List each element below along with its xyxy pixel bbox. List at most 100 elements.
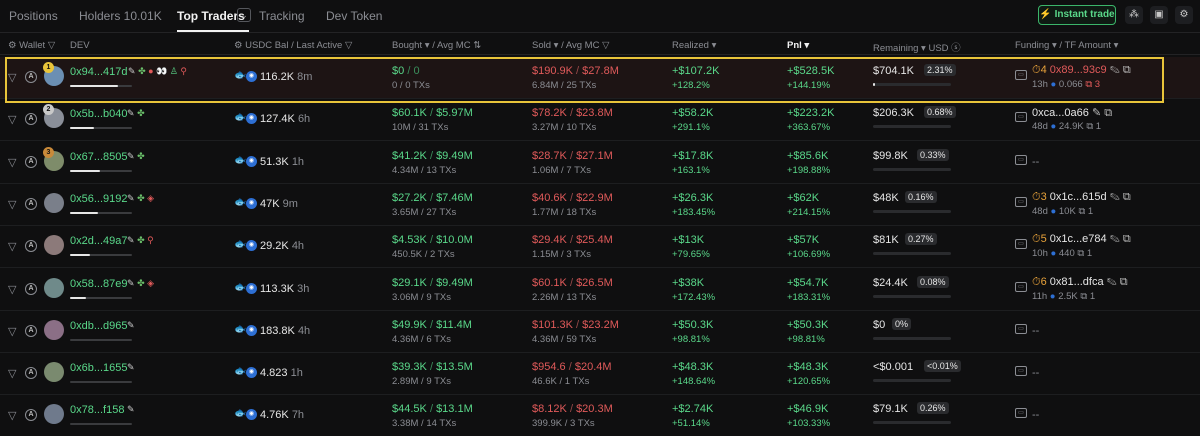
- wallet-address[interactable]: 0x67...8505: [70, 151, 128, 163]
- funding-address[interactable]: 0x81...dfca: [1050, 276, 1104, 288]
- folder-icon[interactable]: ▭: [1015, 197, 1027, 207]
- remaining-value: $79.1K: [873, 403, 908, 415]
- wallet-tags: ✎ ✤ ● 👀 ♙ ⚲: [128, 66, 187, 77]
- copy-icon[interactable]: ⧉: [1104, 107, 1112, 119]
- funding-source[interactable]: 0xca...0a66 ✎ ⧉: [1032, 106, 1112, 120]
- edit-icon[interactable]: ✎: [127, 235, 135, 245]
- filter-icon[interactable]: ▽: [8, 283, 16, 296]
- edit-icon[interactable]: ✎: [1110, 233, 1120, 245]
- wallet-address[interactable]: 0x78...f158: [70, 404, 124, 416]
- table-row[interactable]: ▽ A 0xdb...d965 ✎ 🐟 ◉ 183.8K 4h $49.9K /…: [0, 311, 1200, 353]
- wallet-address[interactable]: 0x56...9192: [70, 193, 128, 205]
- pnl-value: +$50.3K: [787, 319, 829, 331]
- table-row[interactable]: ▽ A 0x78...f158 ✎ 🐟 ◉ 4.76K 7h $44.5K / …: [0, 395, 1200, 436]
- edit-icon[interactable]: ✎: [1110, 64, 1120, 76]
- folder-icon[interactable]: ▭: [1015, 366, 1027, 376]
- edit-icon[interactable]: ✎: [127, 151, 135, 161]
- table-row[interactable]: ▽ A 3 0x67...8505 ✎ ✤ 🐟 ◉ 51.3K 1h $41.2…: [0, 142, 1200, 184]
- wallet-address[interactable]: 0x58...87e9: [70, 278, 128, 290]
- realized-percent: +163.1%: [672, 165, 710, 176]
- realized-value: +$13K: [672, 234, 705, 246]
- filter-icon[interactable]: ▽: [8, 325, 16, 338]
- filter-icon[interactable]: ▽: [8, 240, 16, 253]
- sold-header[interactable]: Sold ▾ / Avg MC ▽: [532, 40, 609, 51]
- wallet-address[interactable]: 0x5b...b040: [70, 108, 128, 120]
- filter-icon[interactable]: ▽: [8, 71, 16, 84]
- funding-source[interactable]: ⏱4 0x89...93c9 ✎ ⧉: [1032, 64, 1131, 77]
- tab-tracking[interactable]: Tracking: [259, 9, 305, 23]
- folder-icon[interactable]: ▭: [1015, 155, 1027, 165]
- realized-header[interactable]: Realized ▾: [672, 40, 716, 51]
- eyes-icon: 👀: [156, 66, 168, 76]
- folder-icon[interactable]: ▭: [1015, 324, 1027, 334]
- remaining-bar-fill: [873, 83, 875, 86]
- funding-source[interactable]: ⏱3 0x1c...615d ✎ ⧉: [1032, 191, 1131, 204]
- copy-icon[interactable]: ⧉: [1123, 64, 1131, 76]
- pnl-value: +$48.3K: [787, 361, 829, 373]
- tab-holders[interactable]: Holders 10.01K: [79, 9, 162, 23]
- edit-icon[interactable]: ✎: [127, 320, 135, 330]
- edit-icon[interactable]: ✎: [1092, 107, 1101, 119]
- wallet-address[interactable]: 0x2d...49a7: [70, 235, 128, 247]
- folder-icon[interactable]: ▭: [1015, 282, 1027, 292]
- sold-value: $101.3K / $23.2M: [532, 319, 619, 331]
- table-row[interactable]: ▽ A 0x56...9192 ✎ ✤ ◈ 🐟 ◉ 47K 9m $27.2K …: [0, 184, 1200, 226]
- wallet-address[interactable]: 0xdb...d965: [70, 320, 128, 332]
- tab-positions[interactable]: Positions: [9, 9, 58, 23]
- filter-icon[interactable]: ▽: [8, 367, 16, 380]
- wallet-header[interactable]: ⚙ Wallet ▽: [8, 40, 55, 51]
- remaining-bar-track: [873, 210, 951, 213]
- wallet-address[interactable]: 0x6b...1655: [70, 362, 128, 374]
- folder-icon[interactable]: ▭: [1015, 239, 1027, 249]
- table-row[interactable]: ▽ A 0x2d...49a7 ✎ ✤ ⚲ 🐟 ◉ 29.2K 4h $4.53…: [0, 226, 1200, 268]
- funding-address[interactable]: 0xca...0a66: [1032, 107, 1089, 119]
- edit-icon[interactable]: ✎: [1107, 276, 1117, 288]
- edit-icon[interactable]: ✎: [128, 66, 136, 76]
- sold-value: $8.12K / $20.3M: [532, 403, 613, 415]
- usdc-balance: 29.2K 4h: [260, 240, 305, 252]
- wallet-address[interactable]: 0x94...417d: [70, 66, 128, 78]
- settings-icon[interactable]: ⚙: [1175, 6, 1193, 24]
- realized-value: +$50.3K: [672, 319, 714, 331]
- funding-address[interactable]: 0x1c...615d: [1050, 191, 1107, 203]
- copy-icon[interactable]: ⧉: [1120, 276, 1128, 288]
- filter-icon[interactable]: ▽: [8, 409, 16, 422]
- folder-icon[interactable]: ▭: [1015, 112, 1027, 122]
- edit-icon[interactable]: ✎: [1110, 191, 1120, 203]
- table-row[interactable]: ▽ A 0x58...87e9 ✎ ✤ ◈ 🐟 ◉ 113.3K 3h $29.…: [0, 269, 1200, 311]
- usdc-icon: ◉: [246, 325, 257, 336]
- tab-top-traders[interactable]: Top Traders: [177, 9, 245, 23]
- table-row[interactable]: ▽ A 1 0x94...417d ✎ ✤ ● 👀 ♙ ⚲ 🐟 ◉ 116.2K…: [0, 57, 1200, 99]
- funding-header[interactable]: Funding ▾ / TF Amount ▾: [1015, 40, 1118, 51]
- edit-icon[interactable]: ✎: [127, 108, 135, 118]
- edit-icon[interactable]: ✎: [127, 362, 135, 372]
- pnl-value: +$54.7K: [787, 277, 829, 289]
- filter-icon[interactable]: ▽: [8, 156, 16, 169]
- realized-value: +$48.3K: [672, 361, 714, 373]
- edit-icon[interactable]: ✎: [127, 278, 135, 288]
- funding-source[interactable]: ⏱5 0x1c...e784 ✎ ⧉: [1032, 233, 1131, 246]
- table-row[interactable]: ▽ A 0x6b...1655 ✎ 🐟 ◉ 4.823 1h $39.3K / …: [0, 353, 1200, 395]
- copy-icon[interactable]: ⧉: [1123, 233, 1131, 245]
- instant-trade-button[interactable]: ⚡ Instant trade: [1038, 5, 1116, 25]
- copy-icon[interactable]: ⧉: [1123, 191, 1131, 203]
- funding-source[interactable]: ⏱6 0x81...dfca ✎ ⧉: [1032, 276, 1128, 289]
- bought-header[interactable]: Bought ▾ / Avg MC ⇅: [392, 40, 481, 51]
- edit-icon[interactable]: ✎: [127, 193, 135, 203]
- filter-icon[interactable]: ▽: [8, 198, 16, 211]
- layout-icon[interactable]: ▣: [1150, 6, 1168, 24]
- folder-icon[interactable]: ▭: [1015, 408, 1027, 418]
- tab-dev-token[interactable]: Dev Token: [326, 9, 382, 23]
- bubbles-icon[interactable]: ⁂: [1125, 6, 1143, 24]
- remaining-header[interactable]: Remaining ▾ USD ⓢ: [873, 40, 961, 54]
- funding-address[interactable]: 0x1c...e784: [1050, 233, 1107, 245]
- usdc-bal-header[interactable]: ⚙ USDC Bal / Last Active ▽: [234, 40, 352, 51]
- funding-address[interactable]: 0x89...93c9: [1050, 64, 1107, 76]
- usdc-icon: ◉: [246, 156, 257, 167]
- edit-icon[interactable]: ✎: [127, 404, 135, 414]
- chevron-down-icon[interactable]: ⌄: [237, 8, 251, 22]
- filter-icon[interactable]: ▽: [8, 113, 16, 126]
- folder-icon[interactable]: ▭: [1015, 70, 1027, 80]
- table-row[interactable]: ▽ A 2 0x5b...b040 ✎ ✤ 🐟 ◉ 127.4K 6h $60.…: [0, 99, 1200, 141]
- pnl-header[interactable]: Pnl ▾: [787, 40, 809, 51]
